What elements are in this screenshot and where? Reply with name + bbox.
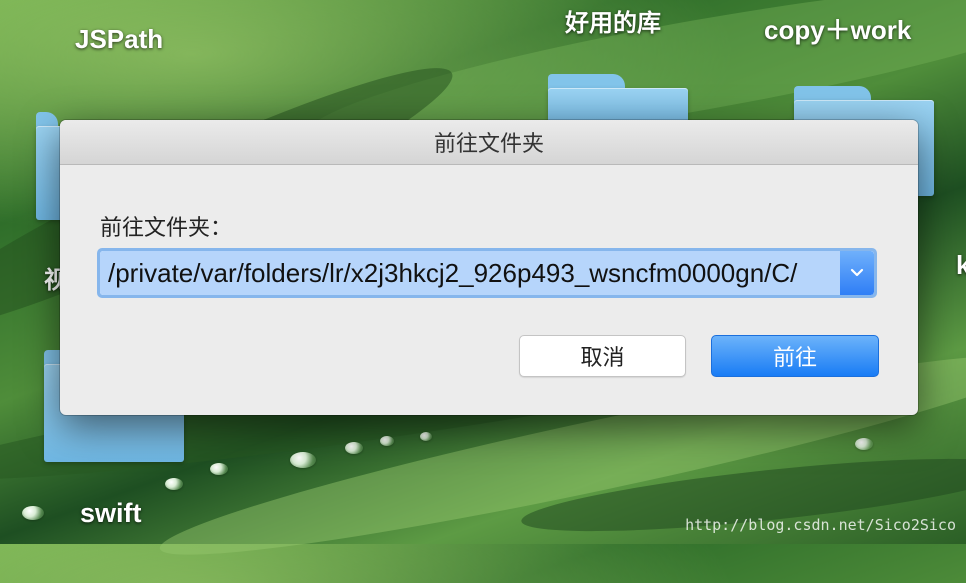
water-drop [420,432,432,441]
path-combo-box[interactable]: /private/var/folders/lr/x2j3hkcj2_926p49… [97,248,877,298]
go-button[interactable]: 前往 [711,335,879,377]
path-history-dropdown-button[interactable] [840,251,874,295]
cancel-button[interactable]: 取消 [519,335,686,377]
desktop-label-partial-right[interactable]: k [956,250,966,281]
water-drop [345,442,363,454]
chevron-down-icon [850,268,864,277]
desktop-label-haoyong[interactable]: 好用的库 [565,3,661,38]
water-drop [210,463,228,475]
water-drop [165,478,183,490]
water-drop [855,438,873,450]
dialog-title: 前往文件夹 [433,132,544,157]
water-drop [290,452,316,468]
cancel-button-label: 取消 [580,346,625,371]
desktop-label-swift[interactable]: swift [80,498,142,529]
desktop-label-jspath[interactable]: JSPath [75,24,163,55]
go-to-folder-dialog: 前往文件夹 前往文件夹： /private/var/folders/lr/x2j… [60,120,918,415]
dialog-titlebar[interactable]: 前往文件夹 [60,120,918,165]
water-drop [380,436,394,446]
water-drop [22,506,44,520]
prompt-label: 前往文件夹： [100,216,233,241]
watermark-text: http://blog.csdn.net/Sico2Sico [685,516,956,534]
desktop-label-copywork[interactable]: copy＋work [764,10,911,47]
path-field-inner: /private/var/folders/lr/x2j3hkcj2_926p49… [100,251,874,295]
go-button-label: 前往 [772,346,817,371]
path-input[interactable]: /private/var/folders/lr/x2j3hkcj2_926p49… [100,251,840,295]
